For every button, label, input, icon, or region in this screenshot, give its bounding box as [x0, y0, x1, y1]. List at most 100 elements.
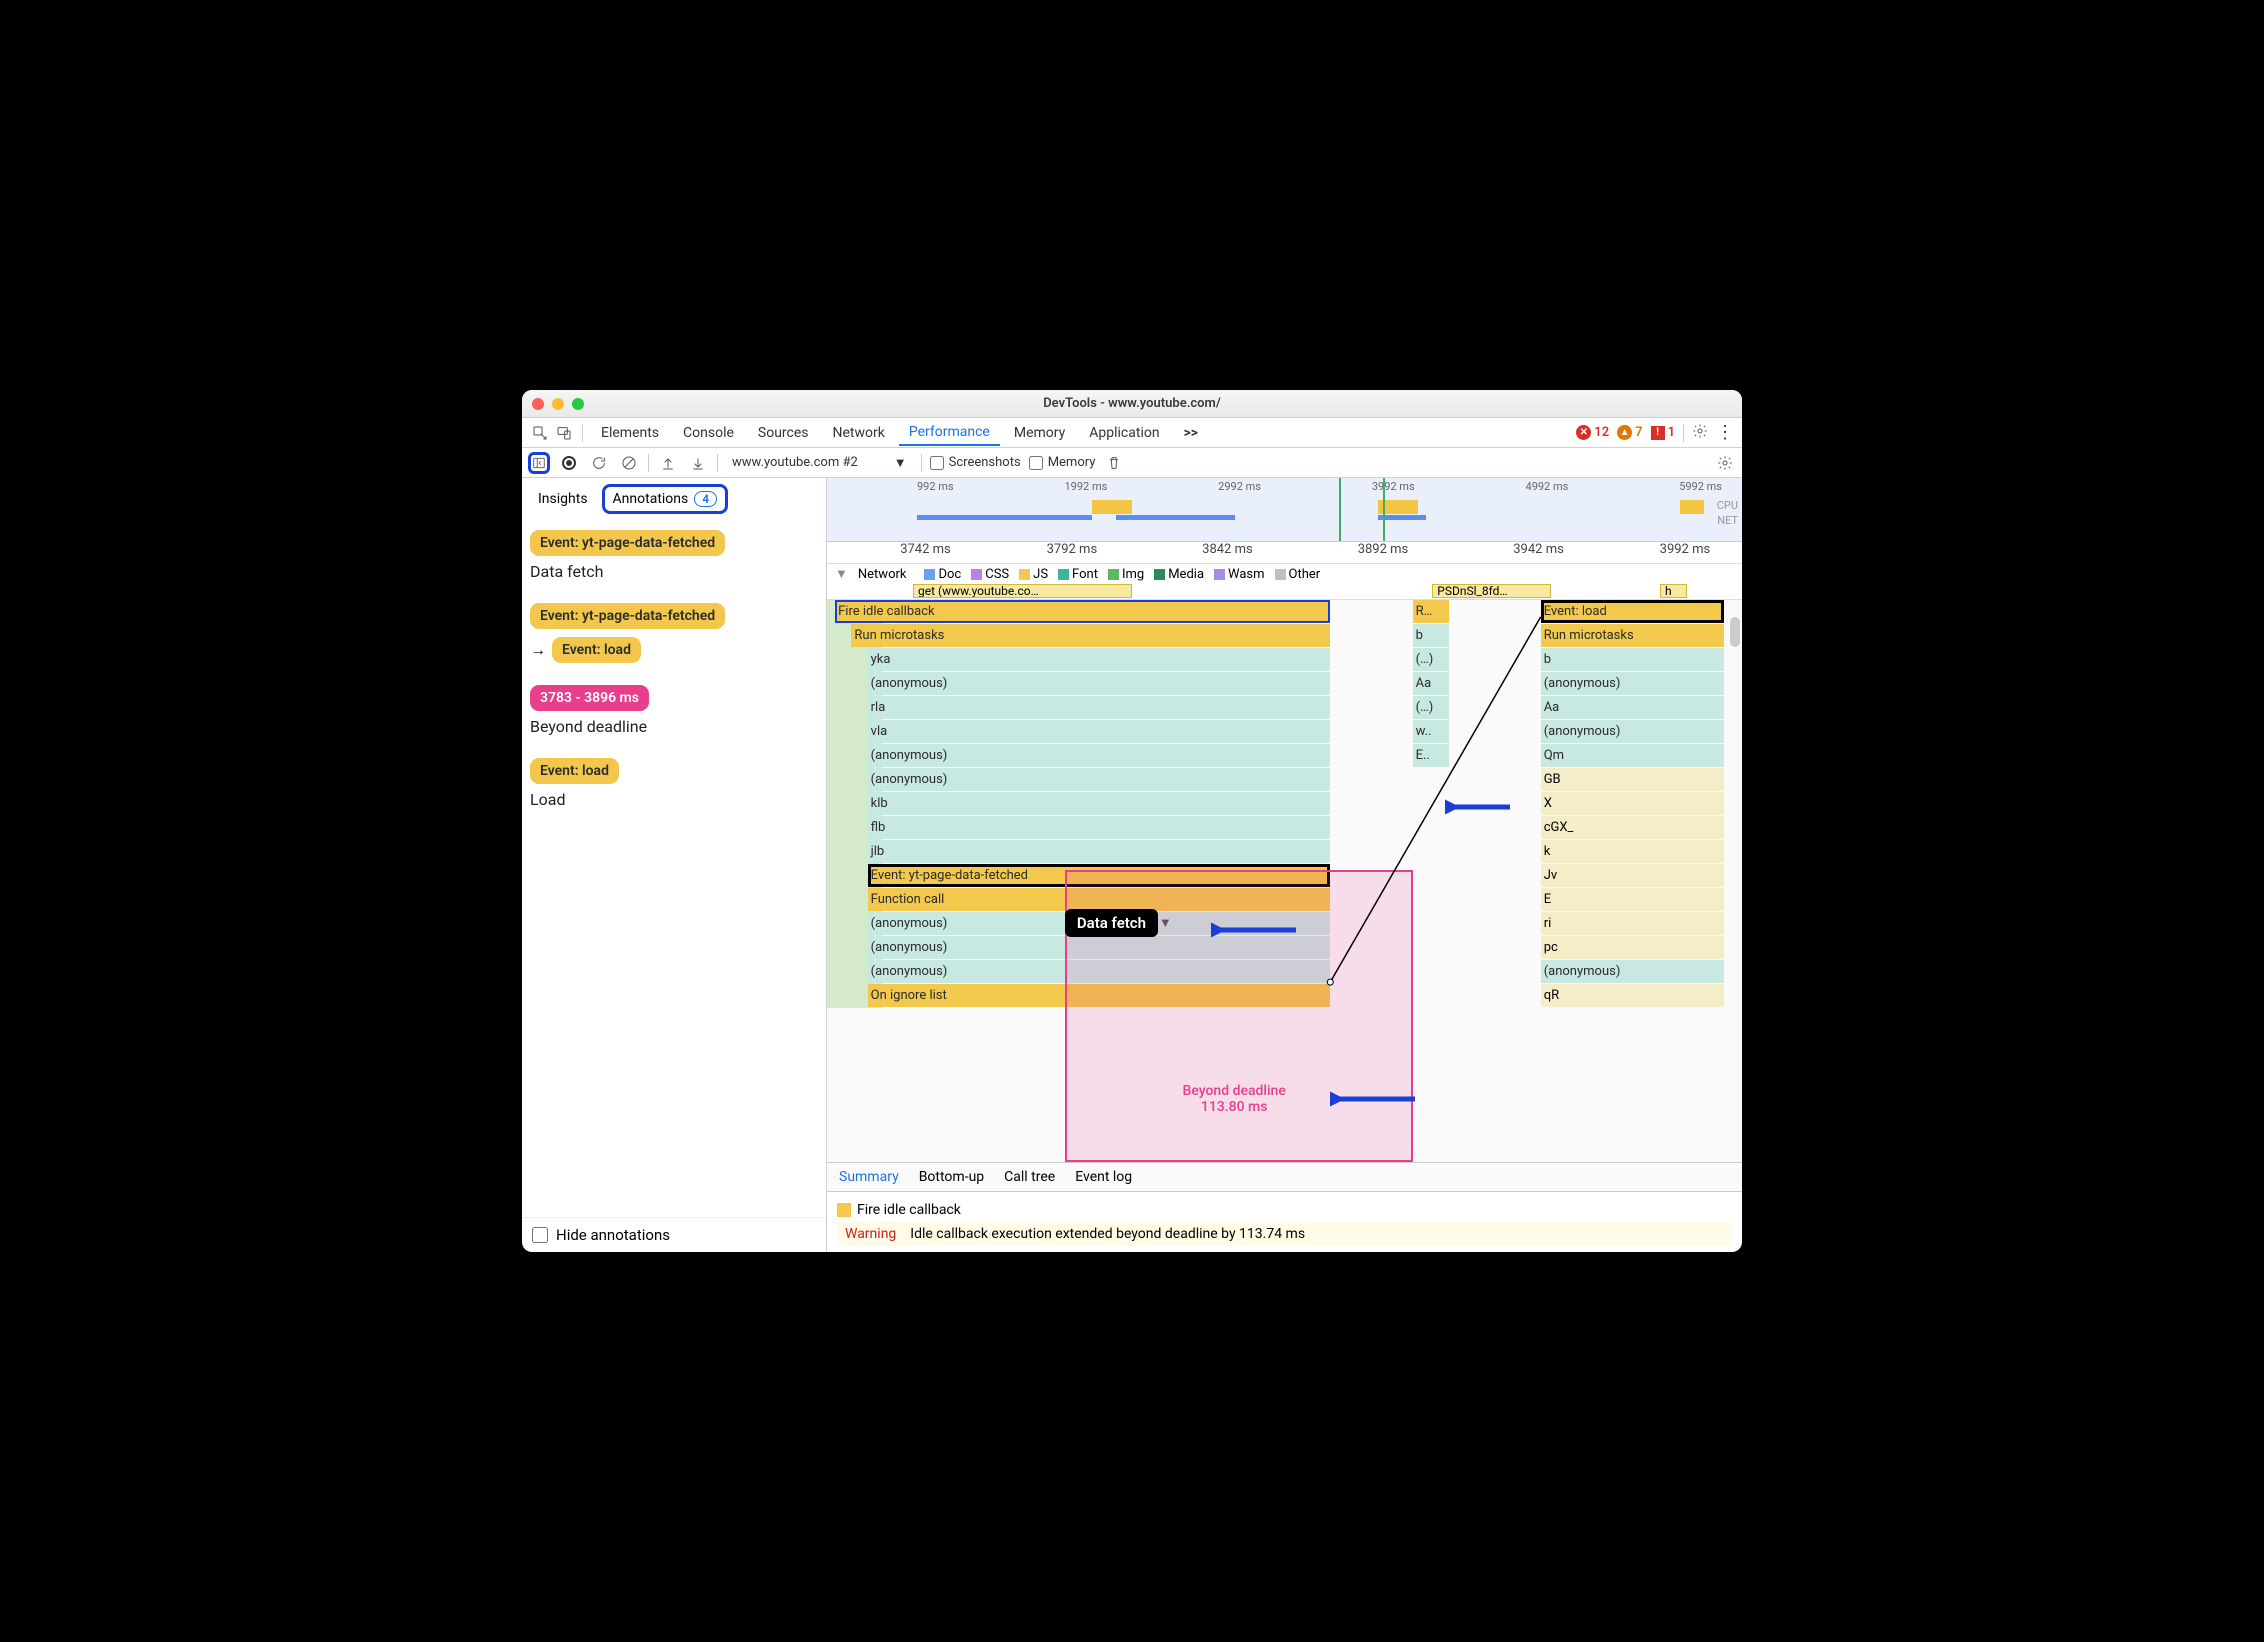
legend-item: Doc [924, 567, 961, 582]
network-request[interactable]: h [1660, 584, 1687, 598]
flame-entry[interactable]: Fire idle callback [835, 600, 1330, 623]
memory-checkbox[interactable]: Memory [1029, 455, 1096, 470]
flame-entry[interactable]: (anonymous) [868, 960, 1331, 983]
reload-button[interactable] [588, 452, 610, 474]
flame-entry[interactable]: E.. [1413, 744, 1450, 767]
annotation-item[interactable]: Event: yt-page-data-fetched Data fetch [530, 530, 818, 581]
flame-entry[interactable]: (anonymous) [1541, 672, 1724, 695]
flame-entry[interactable]: b [1413, 624, 1450, 647]
flame-entry[interactable]: (anonymous) [1541, 720, 1724, 743]
flame-entry[interactable]: klb [868, 792, 1331, 815]
settings-icon[interactable] [1714, 452, 1736, 474]
inspect-icon[interactable] [530, 423, 550, 443]
tab-summary[interactable]: Summary [839, 1169, 899, 1185]
flame-entry[interactable]: cGX_ [1541, 816, 1724, 839]
details-tabs: Summary Bottom-up Call tree Event log [827, 1162, 1742, 1192]
tab-bottomup[interactable]: Bottom-up [919, 1169, 984, 1185]
traffic-lights [532, 398, 584, 410]
tab-performance[interactable]: Performance [899, 420, 1000, 446]
overview-selection[interactable] [1339, 478, 1385, 541]
flame-entry[interactable]: GB [1541, 768, 1724, 791]
tab-memory[interactable]: Memory [1004, 421, 1075, 445]
flame-entry[interactable]: yka [868, 648, 1331, 671]
timeline-ruler[interactable]: 3742 ms3792 ms3842 ms3892 ms3942 ms3992 … [827, 542, 1742, 564]
tab-overflow[interactable]: >> [1174, 421, 1208, 445]
gear-icon[interactable] [1692, 423, 1708, 443]
tab-insights[interactable]: Insights [530, 487, 596, 511]
warning-count[interactable]: ▲7 [1617, 425, 1642, 440]
flame-entry[interactable]: (anonymous) [868, 768, 1331, 791]
flame-entry[interactable]: (anonymous) [1541, 960, 1724, 983]
sidebar-tabs: Insights Annotations 4 [522, 478, 826, 520]
network-track[interactable]: ▼ Network DocCSSJSFontImgMediaWasmOther … [827, 564, 1742, 600]
device-icon[interactable] [554, 423, 574, 443]
annotation-item[interactable]: Event: yt-page-data-fetched → Event: loa… [530, 603, 818, 663]
toggle-sidebar-button[interactable] [528, 452, 550, 474]
network-request[interactable]: get (www.youtube.co… [913, 584, 1132, 598]
flame-entry[interactable]: b [1541, 648, 1724, 671]
flame-entry[interactable]: Function call [868, 888, 1331, 911]
network-request[interactable]: PSDnSl_8fd… [1432, 584, 1550, 598]
flame-entry[interactable]: Jv [1541, 864, 1724, 887]
flame-entry[interactable]: ri [1541, 912, 1724, 935]
flame-entry[interactable]: Aa [1541, 696, 1724, 719]
ruler-tick: 3842 ms [1202, 542, 1253, 557]
flame-entry[interactable]: R… [1413, 600, 1450, 623]
tab-console[interactable]: Console [673, 421, 744, 445]
tab-elements[interactable]: Elements [591, 421, 669, 445]
hide-annotations-checkbox[interactable]: Hide annotations [522, 1217, 826, 1252]
tab-eventlog[interactable]: Event log [1075, 1169, 1132, 1185]
flame-entry[interactable]: X [1541, 792, 1724, 815]
annotations-badge: 4 [694, 491, 717, 507]
upload-button[interactable] [657, 452, 679, 474]
screenshots-checkbox[interactable]: Screenshots [930, 455, 1021, 470]
main-tabs: Elements Console Sources Network Perform… [522, 418, 1742, 448]
tab-annotations[interactable]: Annotations 4 [602, 484, 729, 514]
divider [648, 454, 649, 472]
gc-button[interactable] [1103, 452, 1125, 474]
flame-entry[interactable]: Aa [1413, 672, 1450, 695]
flame-entry[interactable]: Run microtasks [1541, 624, 1724, 647]
flame-entry[interactable]: Event: yt-page-data-fetched [868, 864, 1331, 887]
minimize-icon[interactable] [552, 398, 564, 410]
download-button[interactable] [687, 452, 709, 474]
flame-entry[interactable]: On ignore list [868, 984, 1331, 1007]
flame-entry[interactable]: (anonymous) [868, 672, 1331, 695]
flame-entry[interactable]: vla [868, 720, 1331, 743]
error-count[interactable]: ✕12 [1576, 425, 1609, 440]
flame-entry[interactable]: jlb [868, 840, 1331, 863]
flame-entry[interactable]: flb [868, 816, 1331, 839]
tab-application[interactable]: Application [1079, 421, 1169, 445]
trace-dropdown[interactable]: www.youtube.com #2▼ [726, 453, 913, 473]
flame-entry[interactable]: qR [1541, 984, 1724, 1007]
annotation-item[interactable]: 3783 - 3896 ms Beyond deadline [530, 685, 818, 736]
issue-count[interactable]: !1 [1651, 425, 1675, 440]
flame-entry[interactable]: Run microtasks [851, 624, 1330, 647]
legend-item: Wasm [1214, 567, 1265, 582]
annotation-item[interactable]: Event: load Load [530, 758, 818, 809]
flame-entry[interactable]: (anonymous) [868, 744, 1331, 767]
ruler-tick: 3742 ms [900, 542, 951, 557]
flame-entry[interactable]: pc [1541, 936, 1724, 959]
record-button[interactable] [558, 452, 580, 474]
close-icon[interactable] [532, 398, 544, 410]
scrollbar[interactable] [1730, 617, 1740, 647]
flame-chart[interactable]: Beyond deadline 113.80 ms Data fetch Loa… [827, 600, 1742, 1162]
flame-entry[interactable]: (…) [1413, 696, 1450, 719]
flame-entry[interactable]: rla [868, 696, 1331, 719]
legend-item: Font [1058, 567, 1098, 582]
flame-entry[interactable]: Event: load [1541, 600, 1724, 623]
tab-network[interactable]: Network [823, 421, 895, 445]
maximize-icon[interactable] [572, 398, 584, 410]
kebab-icon[interactable]: ⋮ [1716, 424, 1734, 442]
tab-sources[interactable]: Sources [748, 421, 819, 445]
flame-entry[interactable]: E [1541, 888, 1724, 911]
flame-entry[interactable]: Qm [1541, 744, 1724, 767]
overview-strip[interactable]: 992 ms 1992 ms 2992 ms 3992 ms 4992 ms 5… [827, 478, 1742, 542]
clear-button[interactable] [618, 452, 640, 474]
flame-entry[interactable]: (…) [1413, 648, 1450, 671]
tab-calltree[interactable]: Call tree [1004, 1169, 1055, 1185]
color-swatch [837, 1203, 851, 1217]
flame-entry[interactable]: k [1541, 840, 1724, 863]
flame-entry[interactable]: w.. [1413, 720, 1450, 743]
